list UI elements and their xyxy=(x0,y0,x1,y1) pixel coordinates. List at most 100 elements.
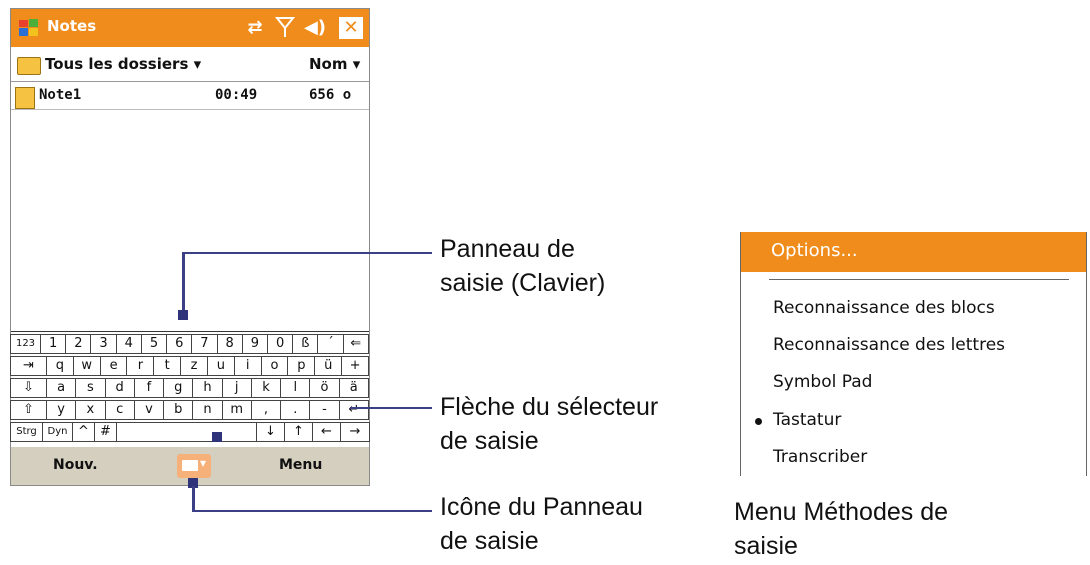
menu-item-letter-recognizer[interactable]: Reconnaissance des lettres xyxy=(773,335,1005,355)
keyboard-key[interactable]: t xyxy=(153,356,182,376)
close-button[interactable]: ✕ xyxy=(339,17,363,39)
keyboard-key[interactable]: ´ xyxy=(317,334,344,354)
keyboard-key[interactable]: # xyxy=(94,422,117,442)
keyboard-key[interactable]: l xyxy=(280,378,311,398)
keyboard-key[interactable]: d xyxy=(104,378,135,398)
keyboard-key[interactable]: . xyxy=(280,400,311,420)
keyboard-key[interactable]: ^ xyxy=(72,422,95,442)
keyboard-key[interactable]: 5 xyxy=(140,334,168,354)
title-bar: Notes ⇄ ◀) ✕ xyxy=(11,9,369,47)
keyboard-key[interactable]: 123 xyxy=(10,334,41,354)
keyboard-key[interactable]: c xyxy=(104,400,135,420)
keyboard-key[interactable] xyxy=(116,422,257,442)
keyboard-key[interactable]: Dyn xyxy=(42,422,73,442)
keyboard-row: 123 1 2 3 4 5 6 7 8 9 0 ß ´ ⇐ xyxy=(10,334,369,356)
menu-divider xyxy=(769,279,1069,280)
menu-item-options[interactable]: Options... xyxy=(741,232,1086,272)
keyboard-key[interactable]: v xyxy=(133,400,165,420)
folder-dropdown[interactable]: Tous les dossiers ▾ xyxy=(45,55,201,73)
callout-text: Icône du Panneau xyxy=(440,493,643,521)
keyboard-key[interactable]: u xyxy=(206,356,235,376)
connectivity-icon[interactable]: ⇄ xyxy=(243,16,267,40)
keyboard-key[interactable]: g xyxy=(163,378,194,398)
keyboard-icon xyxy=(182,460,198,471)
menu-item-block-recognizer[interactable]: Reconnaissance des blocs xyxy=(773,298,995,318)
keyboard-key[interactable]: - xyxy=(309,400,340,420)
keyboard-key[interactable]: r xyxy=(126,356,155,376)
keyboard-key[interactable]: z xyxy=(180,356,208,376)
menu-item-symbol-pad[interactable]: Symbol Pad xyxy=(773,372,872,392)
input-selector-arrow-icon[interactable]: ▾ xyxy=(200,456,206,470)
keyboard-key[interactable]: ⇧ xyxy=(10,400,47,420)
keyboard-key[interactable]: n xyxy=(192,400,223,420)
keyboard-key[interactable]: p xyxy=(287,356,316,376)
keyboard-key[interactable]: s xyxy=(75,378,106,398)
keyboard-key[interactable]: , xyxy=(250,400,282,420)
keyboard-key[interactable]: 2 xyxy=(65,334,92,354)
keyboard-key[interactable]: ⇥ xyxy=(10,356,47,376)
keyboard-key[interactable]: 0 xyxy=(266,334,294,354)
callout-input-panel: Panneau de saisie (Clavier) xyxy=(440,232,605,300)
keyboard-key[interactable]: Strg xyxy=(10,422,43,442)
menu-item-label: Options... xyxy=(771,240,858,261)
callout-marker-panel xyxy=(178,310,188,320)
callout-line-icon-vertical xyxy=(192,486,195,512)
folder-bar: Tous les dossiers ▾ Nom ▾ xyxy=(11,49,369,82)
menu-item-keyboard[interactable]: Tastatur xyxy=(773,410,841,430)
sort-label: Nom xyxy=(309,55,348,73)
keyboard-row: ⇩ a s d f g h j k l ö ä xyxy=(10,378,369,400)
signal-icon[interactable] xyxy=(273,16,297,40)
input-panel-icon[interactable]: ▾ xyxy=(177,454,211,478)
keyboard-key[interactable]: q xyxy=(46,356,74,376)
volume-icon[interactable]: ◀) xyxy=(303,16,327,40)
keyboard-key[interactable]: ü xyxy=(314,356,343,376)
keyboard-row: ⇧ y x c v b n m,. - ↵ xyxy=(10,400,369,422)
keyboard-key[interactable]: ö xyxy=(309,378,340,398)
keyboard-key[interactable]: 1 xyxy=(40,334,67,354)
keyboard-key[interactable]: x xyxy=(75,400,106,420)
keyboard-key[interactable]: y xyxy=(46,400,77,420)
keyboard-key[interactable]: 3 xyxy=(90,334,117,354)
keyboard-key[interactable]: 8 xyxy=(216,334,243,354)
menu-item-transcriber[interactable]: Transcriber xyxy=(773,447,867,467)
callout-line-icon-horizontal xyxy=(192,510,432,512)
device-screen: Notes ⇄ ◀) ✕ Tous les dossiers ▾ Nom ▾ N… xyxy=(10,8,370,486)
keyboard-key[interactable]: a xyxy=(46,378,77,398)
keyboard-key[interactable]: ⇐ xyxy=(342,334,369,354)
keyboard-key[interactable]: 6 xyxy=(166,334,193,354)
keyboard-key[interactable]: j xyxy=(221,378,252,398)
keyboard-key[interactable]: ä xyxy=(338,378,369,398)
keyboard-key[interactable]: ↓ xyxy=(256,422,285,442)
keyboard-key[interactable]: e xyxy=(99,356,128,376)
keyboard-key[interactable]: f xyxy=(133,378,165,398)
new-softkey[interactable]: Nouv. xyxy=(53,457,98,473)
keyboard-key[interactable]: ← xyxy=(312,422,341,442)
keyboard-key[interactable]: ↑ xyxy=(284,422,313,442)
sort-dropdown[interactable]: Nom ▾ xyxy=(309,55,360,73)
input-panel-keyboard: 123 1 2 3 4 5 6 7 8 9 0 ß ´ ⇐ ⇥ q w e r t z u i o p ü + ⇩ a s d f g h j k l ö… xyxy=(10,331,370,446)
keyboard-row: Strg Dyn ^ # ↓ ↑ ← → xyxy=(10,422,370,444)
callout-line-selector xyxy=(350,407,432,409)
keyboard-key[interactable]: ß xyxy=(292,334,319,354)
keyboard-key[interactable]: + xyxy=(341,356,369,376)
selected-bullet-icon xyxy=(755,418,762,425)
keyboard-key[interactable]: o xyxy=(260,356,289,376)
list-item[interactable]: Note1 00:49 656 o xyxy=(11,85,369,110)
keyboard-key[interactable]: 9 xyxy=(241,334,268,354)
note-time: 00:49 xyxy=(215,87,258,103)
keyboard-key[interactable]: 4 xyxy=(115,334,142,354)
keyboard-key[interactable]: m xyxy=(221,400,252,420)
keyboard-key[interactable]: → xyxy=(340,422,370,442)
keyboard-key[interactable]: i xyxy=(233,356,262,376)
keyboard-key[interactable]: b xyxy=(163,400,194,420)
keyboard-key[interactable]: ⇩ xyxy=(10,378,47,398)
keyboard-key[interactable]: 7 xyxy=(191,334,218,354)
menu-softkey[interactable]: Menu xyxy=(279,457,322,473)
keyboard-key[interactable]: k xyxy=(250,378,282,398)
keyboard-key[interactable]: w xyxy=(72,356,101,376)
callout-input-icon: Icône du Panneau de saisie xyxy=(440,490,643,558)
folder-icon xyxy=(17,57,41,75)
windows-start-icon[interactable] xyxy=(16,15,42,41)
keyboard-key[interactable]: ↵ xyxy=(338,400,369,420)
keyboard-key[interactable]: h xyxy=(192,378,223,398)
